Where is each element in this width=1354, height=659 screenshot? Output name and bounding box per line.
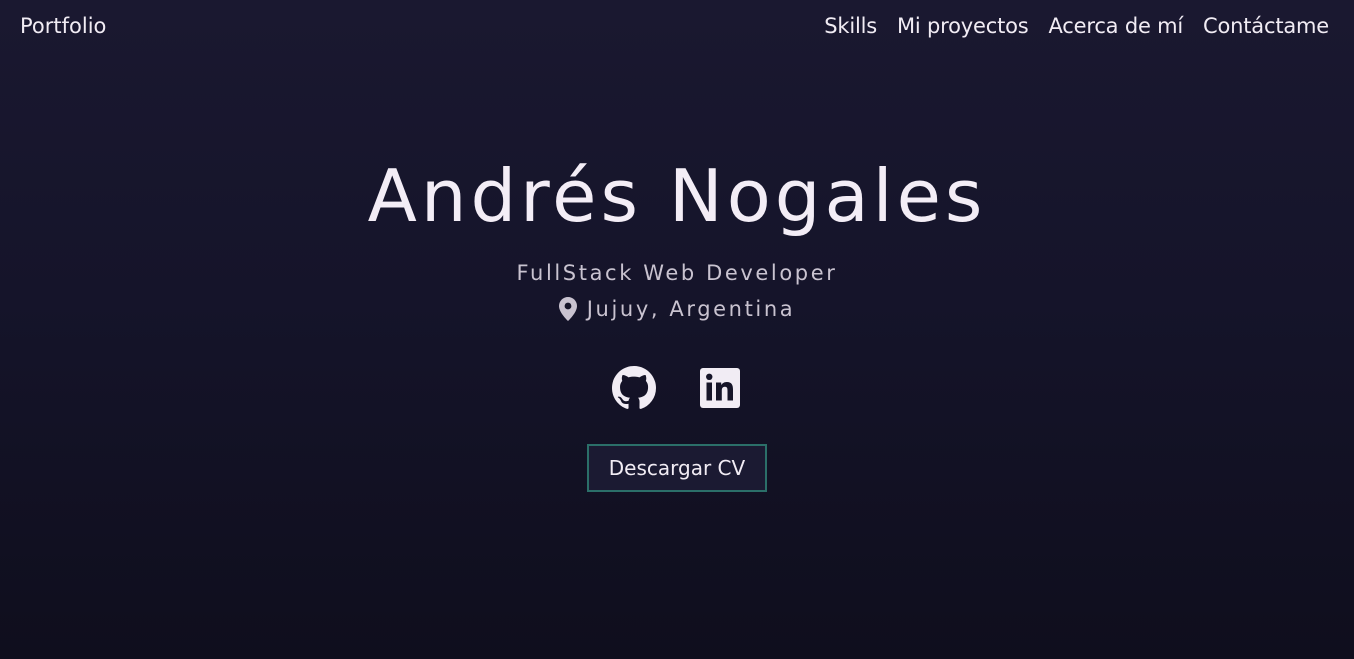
linkedin-icon [698,366,742,410]
top-navbar: Portfolio Skills Mi proyectos Acerca de … [0,0,1354,52]
nav-link-about[interactable]: Acerca de mí [1049,12,1184,40]
cv-wrap: Descargar CV [0,444,1354,492]
github-icon [612,366,656,410]
nav-link-projects[interactable]: Mi proyectos [897,12,1029,40]
download-cv-button[interactable]: Descargar CV [587,444,767,492]
location-text: Jujuy, Argentina [586,297,796,321]
hero-role: FullStack Web Developer [516,261,838,285]
social-links [0,366,1354,410]
brand-link[interactable]: Portfolio [20,12,106,40]
nav-links: Skills Mi proyectos Acerca de mí Contáct… [824,12,1329,40]
hero-location: Jujuy, Argentina [0,294,1354,324]
github-link[interactable] [612,366,656,410]
hero-name: Andrés Nogales [367,154,987,238]
nav-link-skills[interactable]: Skills [824,12,877,40]
nav-link-contact[interactable]: Contáctame [1203,12,1329,40]
linkedin-link[interactable] [698,366,742,410]
map-pin-icon [558,297,577,321]
hero-section: Andrés Nogales FullStack Web Developer J… [0,150,1354,492]
